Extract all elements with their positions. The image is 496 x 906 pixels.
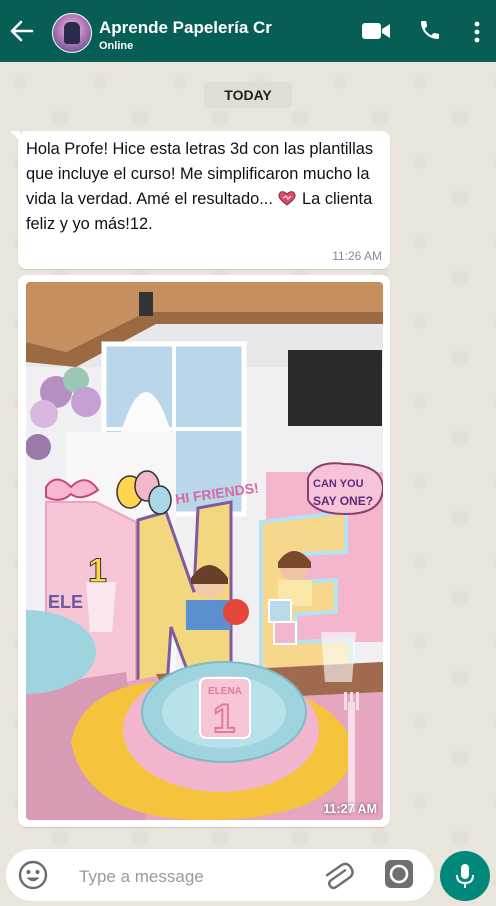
date-separator: TODAY [204, 82, 292, 108]
video-call-icon[interactable] [361, 20, 391, 42]
microphone-icon [456, 864, 474, 888]
attach-paperclip-icon[interactable] [320, 859, 354, 893]
camera-icon[interactable] [384, 859, 414, 889]
photo-elena-card-text: ELENA [208, 686, 242, 697]
heart-emoji-icon [278, 191, 297, 206]
photo-can-you-text: CAN YOU [313, 478, 364, 490]
chat-header: Aprende Papelería Cr Online [0, 0, 496, 62]
emoji-icon[interactable] [18, 860, 48, 890]
message-composer: Type a message [6, 849, 434, 901]
online-status: Online [99, 40, 134, 52]
message-time: 11:26 AM [332, 249, 382, 263]
phone-call-icon[interactable] [418, 18, 442, 42]
photo-number-one-card: 1 [213, 697, 235, 741]
mic-button[interactable] [440, 851, 490, 901]
message-input[interactable]: Type a message [79, 867, 204, 887]
contact-name[interactable]: Aprende Papelería Cr [99, 18, 275, 38]
photo-say-one-text: SAY ONE? [313, 494, 373, 508]
party-photo-illustration: 1 ELE HI FRIENDS! CAN YOU SAY ONE? ELENA… [26, 282, 383, 820]
message-text: Hola Profe! Hice esta letras 3d con las … [26, 140, 374, 233]
back-arrow-icon[interactable] [8, 17, 36, 45]
image-message-time: 11:27 AM [323, 802, 377, 816]
party-photo[interactable]: 1 ELE HI FRIENDS! CAN YOU SAY ONE? ELENA… [26, 282, 383, 820]
incoming-image-message[interactable]: 1 ELE HI FRIENDS! CAN YOU SAY ONE? ELENA… [18, 275, 390, 827]
incoming-message[interactable]: Hola Profe! Hice esta letras 3d con las … [10, 131, 390, 269]
photo-name-left: ELE [48, 592, 83, 612]
avatar[interactable] [52, 13, 92, 53]
menu-dots-icon[interactable] [470, 20, 484, 44]
